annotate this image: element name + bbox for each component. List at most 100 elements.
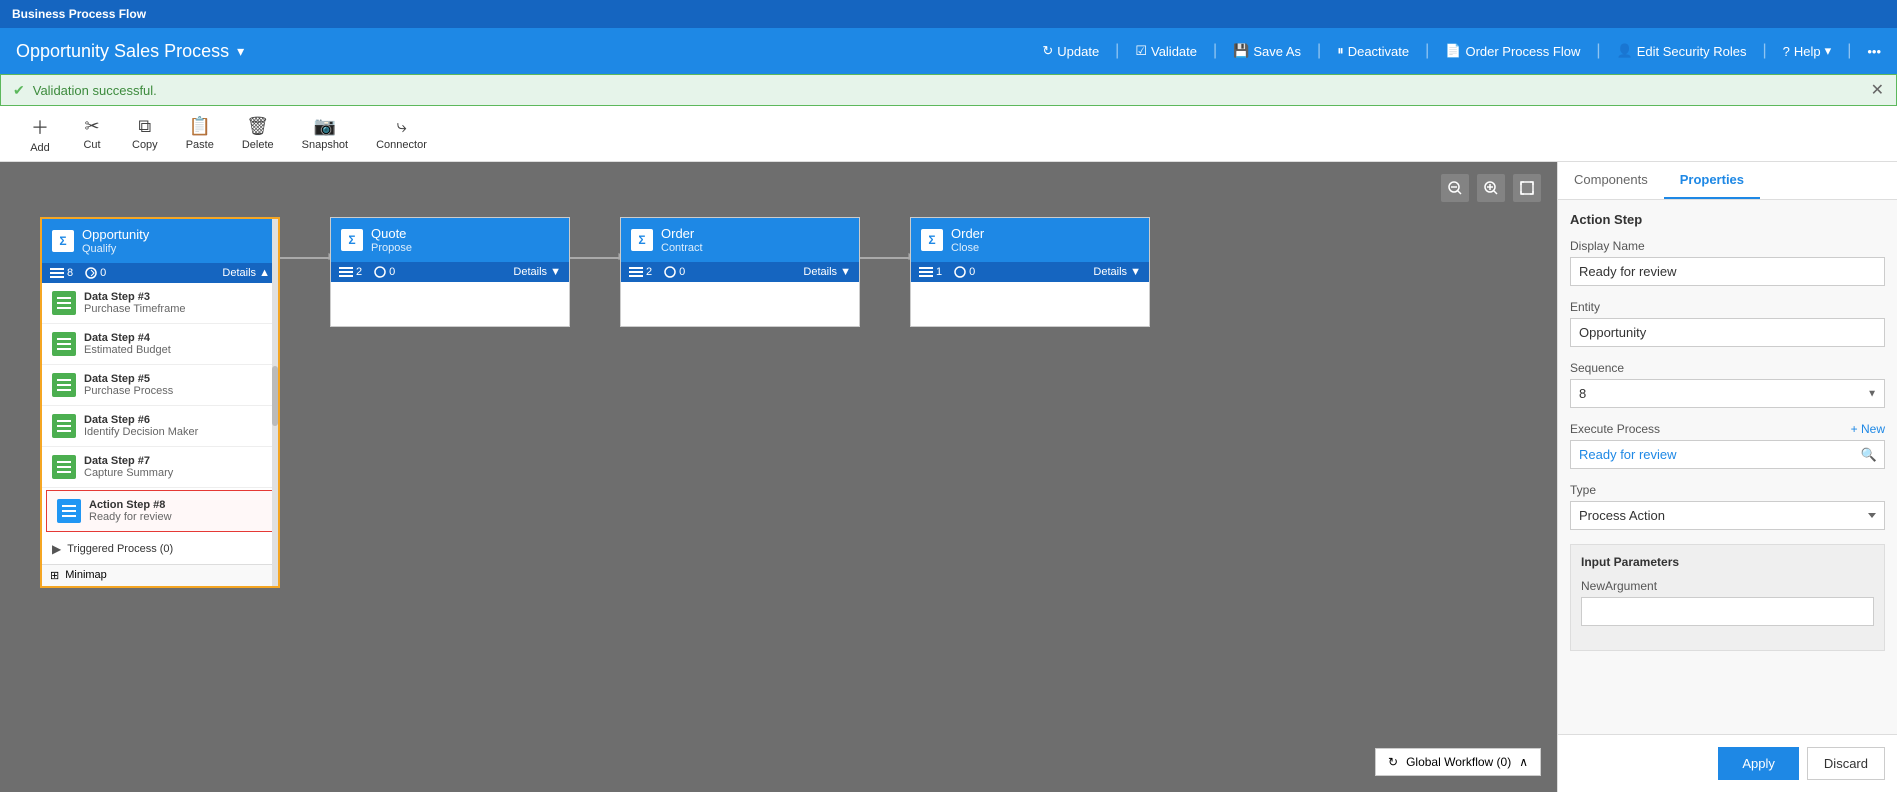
execute-process-input[interactable] [1570,440,1885,469]
display-name-group: Display Name [1570,239,1885,286]
global-workflow[interactable]: ↻ Global Workflow (0) ∧ [1375,748,1541,776]
global-workflow-icon: ↻ [1388,755,1398,769]
toolbar-add[interactable]: ＋ Add [16,110,64,158]
stage-propose[interactable]: Σ Quote Propose 2 0 [330,217,570,327]
fit-screen-button[interactable] [1513,174,1541,202]
header-action-order-process-flow[interactable]: 📄 Order Process Flow [1445,43,1580,59]
panel-body: Action Step Display Name Entity Sequence… [1558,200,1897,734]
stage-close-footer: 1 0 Details ▼ [911,262,1149,282]
stage-qualify-cycle: 0 [85,267,106,279]
display-name-label: Display Name [1570,239,1885,253]
stage-close-icon: Σ [921,229,943,251]
stage-contract-container: Σ Order Contract 2 0 [620,217,860,327]
header-action-help[interactable]: ? Help ▾ [1783,43,1832,59]
step-7-icon [52,455,76,479]
paste-icon: 📋 [189,116,211,137]
triggered-process[interactable]: ▶ Triggered Process (0) [42,534,278,564]
top-bar: Business Process Flow [0,0,1897,28]
minimap-button[interactable]: ⊞ Minimap [42,564,278,586]
zoom-in-button[interactable] [1477,174,1505,202]
display-name-input[interactable] [1570,257,1885,286]
header-action-save-as[interactable]: 💾 Save As [1233,43,1301,59]
execute-process-new-link[interactable]: + New [1851,422,1885,436]
step-8-text: Action Step #8 Ready for review [89,499,172,523]
step-6[interactable]: Data Step #6 Identify Decision Maker [42,406,278,447]
main-content: Σ Opportunity Qualify 8 [0,162,1897,792]
stage-propose-title-block: Quote Propose [371,226,412,254]
header-action-more[interactable]: ••• [1867,44,1881,59]
stage-propose-details-button[interactable]: Details ▼ [513,266,561,278]
validation-close-button[interactable]: ✕ [1871,80,1884,100]
header-sep-3: | [1317,42,1321,60]
stage-close-details-button[interactable]: Details ▼ [1093,266,1141,278]
execute-process-search-icon[interactable]: 🔍 [1861,447,1877,463]
step-5-text: Data Step #5 Purchase Process [84,373,173,397]
stage-contract-footer: 2 0 Details ▼ [621,262,859,282]
header-sep-6: | [1763,42,1767,60]
stage-contract-icon: Σ [631,229,653,251]
toolbar-delete[interactable]: 🗑 Delete [230,112,286,155]
stage-close-cycle: 0 [954,266,975,278]
header-sep-2: | [1213,42,1217,60]
copy-icon: ⧉ [138,116,151,137]
properties-panel: Components Properties Action Step Displa… [1557,162,1897,792]
canvas-area[interactable]: Σ Opportunity Qualify 8 [0,162,1557,792]
step-5[interactable]: Data Step #5 Purchase Process [42,365,278,406]
tab-components[interactable]: Components [1558,162,1664,199]
stage-propose-icon: Σ [341,229,363,251]
step-4[interactable]: Data Step #4 Estimated Budget [42,324,278,365]
step-3[interactable]: Data Step #3 Purchase Timeframe [42,283,278,324]
discard-button[interactable]: Discard [1807,747,1885,780]
zoom-out-button[interactable] [1441,174,1469,202]
sequence-input[interactable] [1570,379,1885,408]
stage-close-count: 1 [919,266,942,278]
toolbar-paste[interactable]: 📋 Paste [174,112,226,155]
step-4-text: Data Step #4 Estimated Budget [84,332,171,356]
connector-arrow-3 [860,257,910,259]
entity-group: Entity [1570,300,1885,347]
step-6-text: Data Step #6 Identify Decision Maker [84,414,198,438]
type-label: Type [1570,483,1885,497]
entity-input[interactable] [1570,318,1885,347]
header-action-edit-security-roles[interactable]: 👤 Edit Security Roles [1617,43,1747,59]
step-7[interactable]: Data Step #7 Capture Summary [42,447,278,488]
connector-3 [860,257,910,259]
stage-qualify-subtitle: Qualify [82,243,149,255]
header-actions: ↻ Update | ☑ Validate | 💾 Save As | ⏸ De… [1042,42,1881,60]
toolbar-connector[interactable]: ⤷ Connector [364,112,439,155]
stage-contract[interactable]: Σ Order Contract 2 0 [620,217,860,327]
toolbar-cut[interactable]: ✂ Cut [68,112,116,155]
tab-properties[interactable]: Properties [1664,162,1760,199]
header-action-validate[interactable]: ☑ Validate [1135,43,1197,59]
triggered-process-icon: ▶ [52,542,61,556]
stage-qualify-details-button[interactable]: Details ▲ [222,267,270,279]
stage-qualify-icon: Σ [52,230,74,252]
stage-qualify-header: Σ Opportunity Qualify [42,219,278,263]
connector-arrow-1 [280,257,330,259]
stage-qualify[interactable]: Σ Opportunity Qualify 8 [40,217,280,588]
stage-close[interactable]: Σ Order Close 1 0 [910,217,1150,327]
delete-icon: 🗑 [246,116,269,137]
execute-process-label: Execute Process [1570,422,1660,436]
global-workflow-label: Global Workflow (0) [1406,755,1511,769]
new-argument-select[interactable] [1581,597,1874,626]
header-sep-1: | [1115,42,1119,60]
header-sep-4: | [1425,42,1429,60]
apply-button[interactable]: Apply [1718,747,1799,780]
stage-close-header: Σ Order Close [911,218,1149,262]
global-workflow-collapse-icon: ∧ [1519,755,1528,769]
toolbar-copy[interactable]: ⧉ Copy [120,112,170,155]
step-8[interactable]: Action Step #8 Ready for review [46,490,274,532]
type-group: Type Process Action [1570,483,1885,530]
panel-footer: Apply Discard [1558,734,1897,792]
toolbar-snapshot[interactable]: 📷 Snapshot [290,112,360,155]
header-chevron[interactable]: ▾ [237,43,244,60]
header-action-update[interactable]: ↻ Update [1042,43,1099,59]
validation-message: Validation successful. [33,83,157,98]
stage-contract-count: 2 [629,266,652,278]
type-select[interactable]: Process Action [1570,501,1885,530]
header-sep-5: | [1596,42,1600,60]
stage-contract-details-button[interactable]: Details ▼ [803,266,851,278]
header-action-deactivate[interactable]: ⏸ Deactivate [1337,43,1409,59]
stage-qualify-footer: 8 0 Details ▲ [42,263,278,283]
